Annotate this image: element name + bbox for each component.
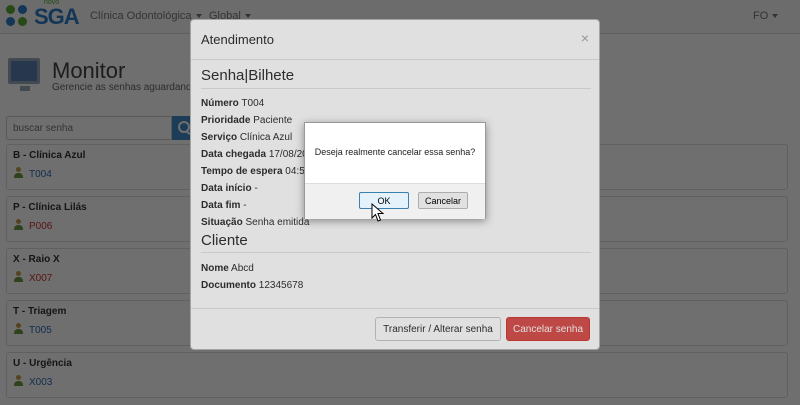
mouse-cursor-icon: [371, 203, 385, 222]
confirm-message: Deseja realmente cancelar essa senha?: [314, 147, 476, 157]
cancel-button[interactable]: Cancelar: [418, 192, 468, 209]
confirm-dialog: Deseja realmente cancelar essa senha? OK…: [304, 122, 486, 219]
